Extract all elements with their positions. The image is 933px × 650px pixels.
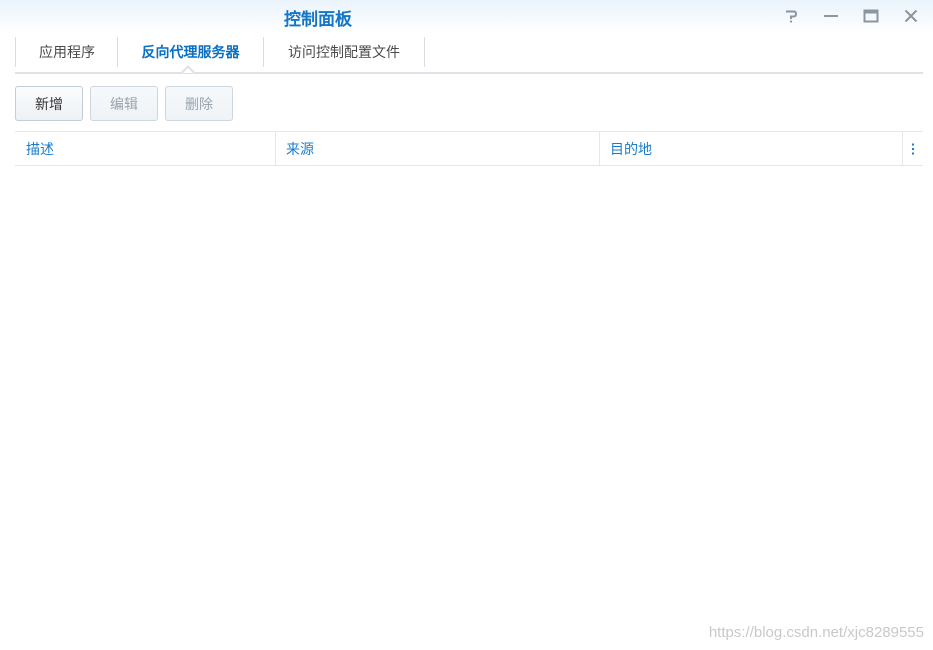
edit-button[interactable]: 编辑 <box>90 86 158 121</box>
tab-reverse-proxy[interactable]: 反向代理服务器 <box>118 36 263 67</box>
tab-applications[interactable]: 应用程序 <box>16 36 118 67</box>
window-controls <box>761 6 921 26</box>
column-header-description[interactable]: 描述 <box>15 132 275 165</box>
create-button[interactable]: 新增 <box>15 86 83 121</box>
window-title: 控制面板 <box>284 10 352 30</box>
grid-header: 描述 来源 目的地 <box>15 131 923 166</box>
column-header-destination[interactable]: 目的地 <box>599 132 902 165</box>
column-menu-icon[interactable] <box>903 132 923 165</box>
title-bar[interactable]: 控制面板 <box>0 0 933 34</box>
control-panel-window: 控制面板 应用程序 反向代理服务器 访问控制配置文件 新增 编辑 删除 描述 来… <box>0 0 933 650</box>
delete-button[interactable]: 删除 <box>165 86 233 121</box>
minimize-icon[interactable] <box>821 6 841 26</box>
grid-body[interactable] <box>15 166 923 636</box>
watermark: https://blog.csdn.net/xjc8289555 <box>708 624 924 641</box>
tab-separator <box>424 37 425 67</box>
tab-bar: 应用程序 反向代理服务器 访问控制配置文件 <box>15 36 923 74</box>
maximize-icon[interactable] <box>861 6 881 26</box>
tab-access-control-profiles[interactable]: 访问控制配置文件 <box>264 36 424 67</box>
column-header-source[interactable]: 来源 <box>275 132 599 165</box>
help-icon[interactable] <box>781 6 801 26</box>
close-icon[interactable] <box>901 6 921 26</box>
active-tab-indicator-inner <box>183 68 193 73</box>
